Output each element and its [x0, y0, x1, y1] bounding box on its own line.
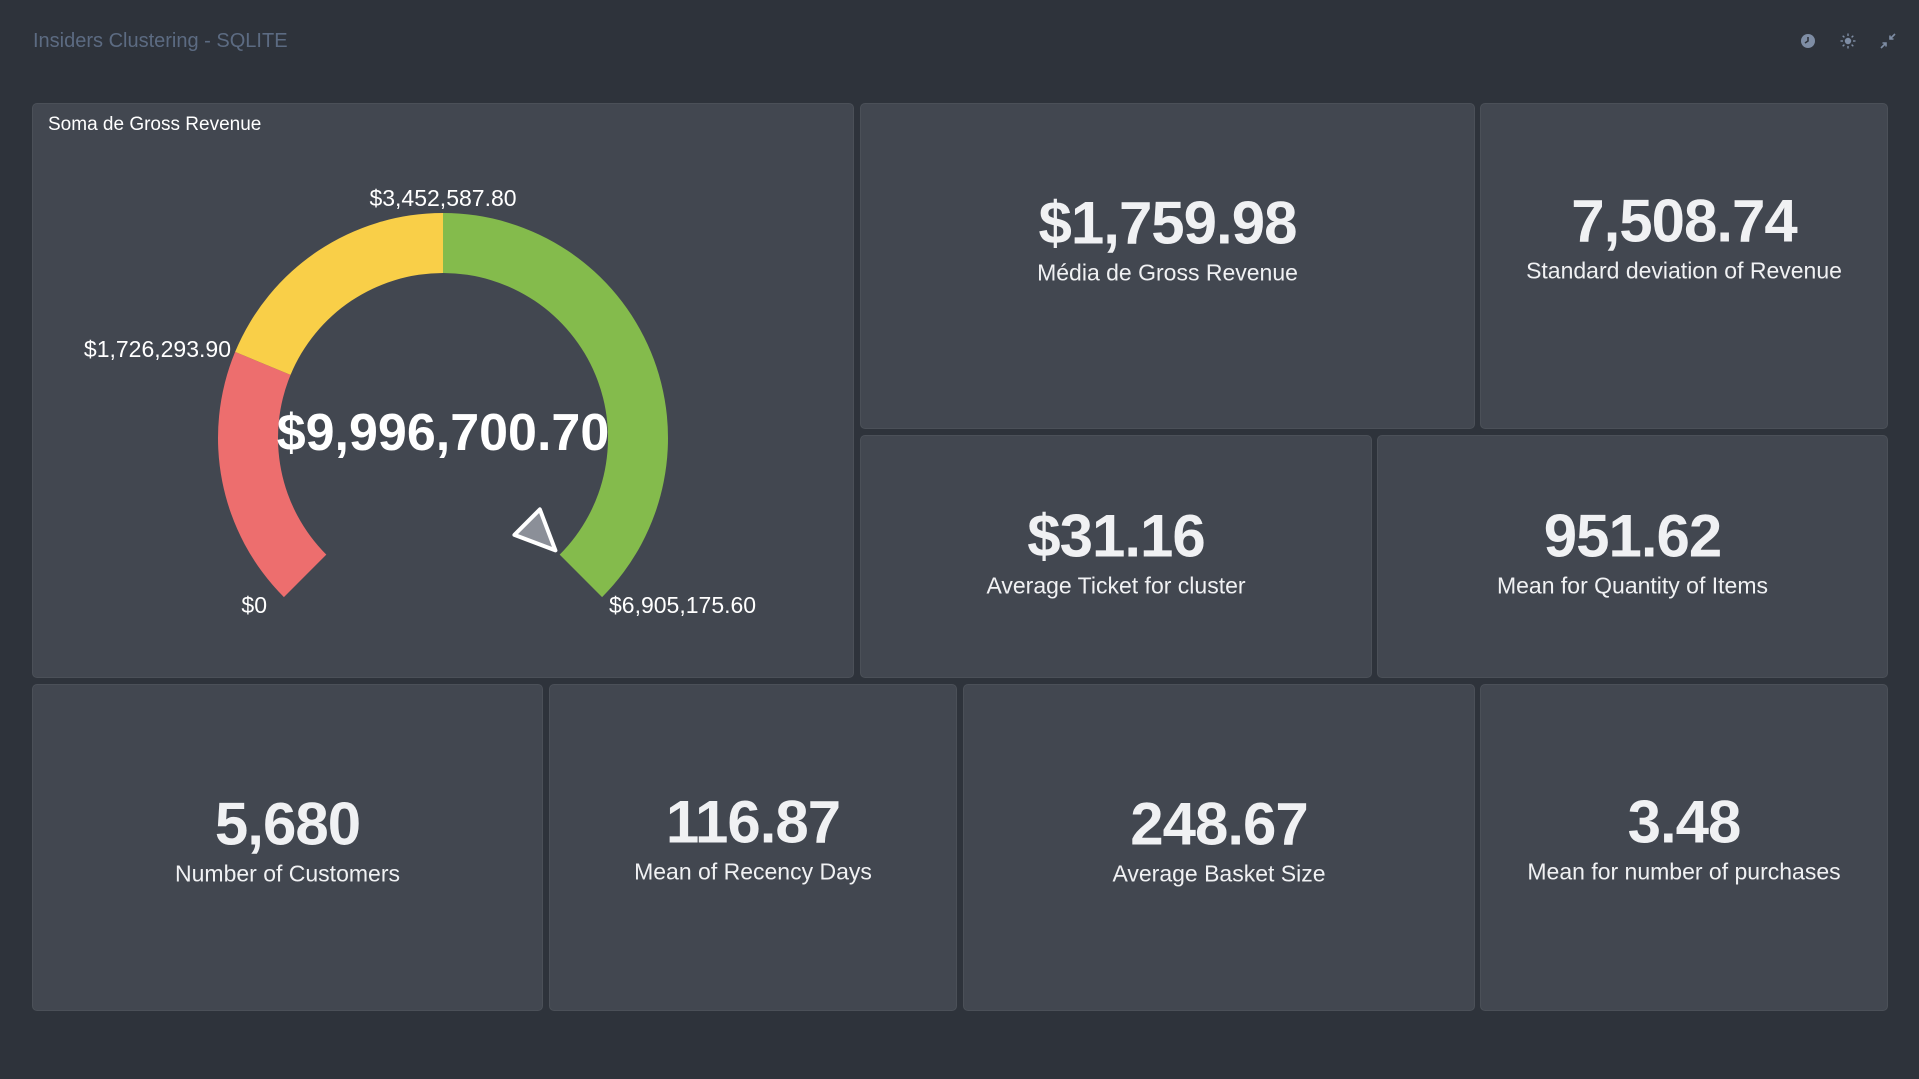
num-customers-label: Number of Customers — [175, 860, 400, 886]
collapse-icon[interactable] — [1879, 33, 1897, 51]
mean-gross-revenue-label: Média de Gross Revenue — [1037, 259, 1298, 286]
avg-ticket-value: $31.16 — [1027, 502, 1206, 569]
mean-recency-label: Mean of Recency Days — [634, 858, 872, 884]
dashboard-title: Insiders Clustering - SQLITE — [33, 30, 288, 52]
mean-gross-revenue-card[interactable]: $1,759.98 Média de Gross Revenue — [860, 103, 1475, 429]
num-customers-card[interactable]: 5,680 Number of Customers — [32, 684, 543, 1011]
header-actions — [1799, 33, 1897, 51]
clock-icon[interactable] — [1799, 33, 1817, 51]
mean-qty-items-label: Mean for Quantity of Items — [1496, 572, 1768, 598]
gauge-segment-2[interactable] — [235, 213, 443, 375]
std-revenue-card[interactable]: 7,508.74 Standard deviation of Revenue — [1480, 103, 1888, 429]
gauge-card[interactable]: Soma de Gross Revenue $0 $1,726,293.90 $3,… — [32, 103, 854, 678]
gauge-chart: $0 $1,726,293.90 $3,452,587.80 $6,905,175.6… — [84, 185, 756, 618]
sun-icon[interactable] — [1839, 33, 1857, 51]
mean-recency-card[interactable]: 116.87 Mean of Recency Days — [549, 684, 957, 1011]
gauge-tick-label: $0 — [241, 592, 267, 618]
mean-purchases-label: Mean for number of purchases — [1527, 858, 1841, 884]
avg-basket-card[interactable]: 248.67 Average Basket Size — [963, 684, 1475, 1011]
gauge-tick-label: $3,452,587.80 — [369, 185, 516, 211]
std-revenue-value: 7,508.74 — [1571, 187, 1798, 255]
num-customers-value: 5,680 — [214, 790, 361, 857]
avg-ticket-card[interactable]: $31.16 Average Ticket for cluster — [860, 435, 1372, 678]
gauge-pointer — [512, 507, 558, 553]
avg-basket-label: Average Basket Size — [1112, 860, 1326, 886]
mean-purchases-card[interactable]: 3.48 Mean for number of purchases — [1480, 684, 1888, 1011]
dashboard-header: Insiders Clustering - SQLITE — [0, 0, 1919, 80]
mean-gross-revenue-value: $1,759.98 — [1038, 189, 1298, 257]
mean-purchases-value: 3.48 — [1627, 788, 1742, 855]
gauge-tick-label: $1,726,293.90 — [84, 336, 231, 362]
avg-basket-value: 248.67 — [1130, 790, 1309, 857]
gauge-value: $9,996,700.70 — [277, 404, 610, 462]
gauge-tick-label: $6,905,175.60 — [609, 592, 756, 618]
avg-ticket-label: Average Ticket for cluster — [986, 572, 1246, 598]
mean-recency-value: 116.87 — [665, 788, 841, 855]
std-revenue-label: Standard deviation of Revenue — [1526, 257, 1842, 284]
gauge-pointer-marker — [512, 507, 558, 553]
gauge-segment-1[interactable] — [218, 351, 327, 598]
mean-qty-items-value: 951.62 — [1543, 502, 1723, 569]
mean-qty-items-card[interactable]: 951.62 Mean for Quantity of Items — [1377, 435, 1888, 678]
